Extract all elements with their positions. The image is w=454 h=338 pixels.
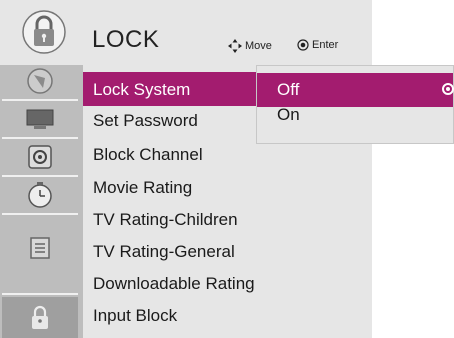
lock-icon (22, 10, 66, 54)
sidebar-divider (2, 175, 78, 177)
sidebar-divider (2, 137, 78, 139)
menu-item-tv-rating-general[interactable]: TV Rating-General (93, 242, 235, 262)
menu-header: LOCK Move Enter (0, 0, 372, 65)
monitor-icon (26, 109, 54, 129)
enter-button-icon (297, 39, 309, 51)
category-sidebar (0, 65, 83, 338)
audio-icon (28, 145, 52, 169)
menu-item-tv-rating-children[interactable]: TV Rating-Children (93, 210, 238, 230)
sidebar-item-picture[interactable] (2, 65, 78, 97)
menu-item-movie-rating[interactable]: Movie Rating (93, 178, 192, 198)
sidebar-divider (2, 293, 78, 295)
sidebar-divider (2, 99, 78, 101)
menu-item-lock-system[interactable]: Lock System (93, 80, 190, 100)
sidebar-item-time[interactable] (2, 179, 78, 211)
move-hint: Move (228, 39, 272, 53)
move-label: Move (245, 40, 272, 52)
option-on-label: On (277, 105, 300, 124)
clock-icon (28, 182, 52, 208)
sidebar-item-audio[interactable] (2, 141, 78, 173)
option-off[interactable]: Off (257, 73, 454, 107)
sidebar-divider (2, 213, 78, 215)
lock-icon (32, 305, 48, 329)
page-title: LOCK (92, 26, 160, 53)
sidebar-item-screen[interactable] (2, 103, 78, 135)
menu-item-input-block[interactable]: Input Block (93, 306, 177, 326)
enter-hint: Enter (297, 39, 338, 51)
move-arrows-icon (228, 39, 242, 53)
option-icon (30, 237, 50, 259)
menu-item-block-channel[interactable]: Block Channel (93, 145, 203, 165)
lock-system-popup: Off On (256, 65, 454, 144)
option-off-label: Off (277, 80, 300, 99)
menu-item-set-password[interactable]: Set Password (93, 111, 198, 131)
enter-label: Enter (312, 39, 339, 51)
sidebar-item-lock[interactable] (2, 297, 78, 338)
option-on[interactable]: On (257, 105, 453, 139)
picture-icon (27, 68, 53, 94)
menu-item-downloadable-rating[interactable]: Downloadable Rating (93, 274, 255, 294)
sidebar-item-option[interactable] (2, 225, 78, 271)
radio-selected-icon (442, 83, 454, 95)
